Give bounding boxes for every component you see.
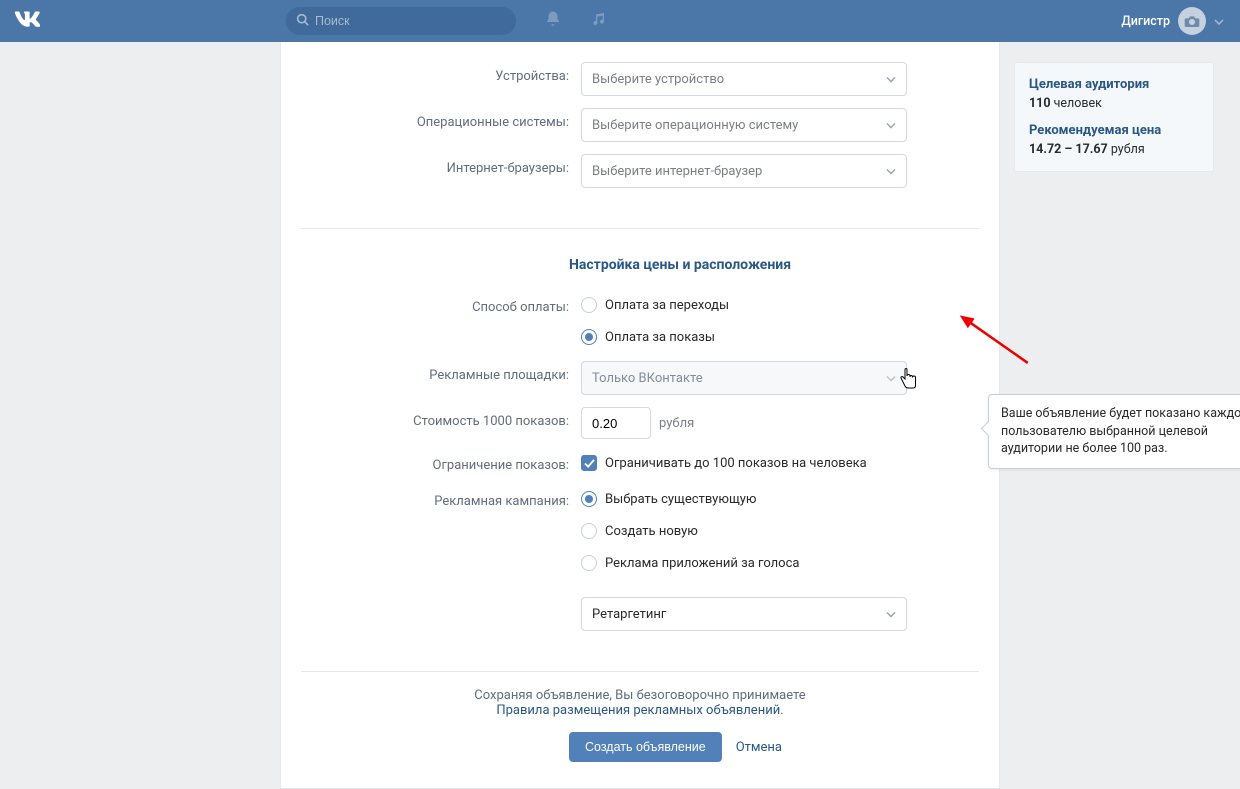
chevron-down-icon [886, 72, 896, 87]
payment-clicks-label: Оплата за переходы [605, 298, 729, 313]
rules-link[interactable]: Правила размещения рекламных объявлений [496, 703, 780, 718]
tooltip-text: Ваше объявление будет показано каждому п… [1001, 406, 1240, 456]
create-ad-button[interactable]: Создать объявление [569, 732, 722, 762]
campaign-voices-radio[interactable]: Реклама приложений за голоса [581, 551, 959, 575]
user-menu[interactable]: Дигистр [1121, 7, 1224, 35]
payment-impressions-label: Оплата за показы [605, 330, 715, 345]
avatar [1178, 7, 1206, 35]
campaign-label: Рекламная кампания: [281, 487, 581, 509]
price-unit: рубля [1111, 142, 1145, 157]
campaign-new-label: Создать новую [605, 524, 698, 539]
search-icon [296, 13, 309, 30]
campaign-select[interactable]: Ретаргетинг [581, 597, 907, 631]
cpm-input[interactable] [581, 407, 651, 439]
browsers-select[interactable]: Выберите интернет-браузер [581, 154, 907, 188]
limit-checkbox[interactable]: Ограничивать до 100 показов на человека [581, 451, 959, 475]
price-range: 14.72 – 17.67 [1029, 142, 1108, 157]
bell-icon[interactable] [544, 10, 562, 32]
checkbox-checked-icon [581, 455, 597, 471]
chevron-down-icon [1214, 14, 1224, 29]
cpm-label: Стоимость 1000 показов: [281, 407, 581, 429]
platforms-label: Рекламные площадки: [281, 361, 581, 383]
radio-icon [581, 297, 597, 313]
campaign-select-value: Ретаргетинг [592, 607, 666, 622]
search-input[interactable] [315, 14, 476, 28]
music-icon[interactable] [590, 11, 606, 31]
limit-label: Ограничение показов: [281, 451, 581, 473]
platforms-value: Только ВКонтакте [592, 371, 703, 386]
search-input-wrap[interactable] [286, 7, 516, 35]
accept-text: Сохраняя объявление, Вы безоговорочно пр… [474, 688, 805, 703]
vk-logo[interactable] [14, 11, 40, 31]
chevron-down-icon [886, 607, 896, 622]
campaign-existing-radio[interactable]: Выбрать существующую [581, 487, 959, 511]
radio-icon [581, 491, 597, 507]
campaign-existing-label: Выбрать существующую [605, 492, 756, 507]
pricing-section-title: Настройка цены и расположения [269, 239, 999, 281]
chevron-down-icon [886, 118, 896, 133]
devices-placeholder: Выберите устройство [592, 72, 724, 87]
limit-tooltip: Ваше объявление будет показано каждому п… [988, 394, 1240, 469]
payment-clicks-radio[interactable]: Оплата за переходы [581, 293, 959, 317]
radio-icon [581, 555, 597, 571]
price-title: Рекомендуемая цена [1029, 123, 1199, 138]
chevron-down-icon [886, 164, 896, 179]
payment-label: Способ оплаты: [281, 293, 581, 315]
cpm-unit: рубля [659, 416, 694, 431]
audience-count: 110 [1029, 96, 1051, 111]
sidebar-summary: Целевая аудитория 110 человек Рекомендуе… [1014, 62, 1214, 172]
radio-icon [581, 523, 597, 539]
os-placeholder: Выберите операционную систему [592, 118, 798, 133]
os-label: Операционные системы: [281, 108, 581, 130]
username: Дигистр [1121, 14, 1170, 29]
browsers-placeholder: Выберите интернет-браузер [592, 164, 762, 179]
audience-unit: человек [1054, 96, 1102, 111]
devices-select[interactable]: Выберите устройство [581, 62, 907, 96]
cancel-button[interactable]: Отмена [736, 740, 782, 755]
browsers-label: Интернет-браузеры: [281, 154, 581, 176]
campaign-voices-label: Реклама приложений за голоса [605, 556, 799, 571]
limit-text: Ограничивать до 100 показов на человека [605, 456, 867, 471]
os-select[interactable]: Выберите операционную систему [581, 108, 907, 142]
chevron-down-icon [886, 371, 896, 386]
devices-label: Устройства: [281, 62, 581, 84]
audience-title: Целевая аудитория [1029, 77, 1199, 92]
radio-icon [581, 329, 597, 345]
top-header: Дигистр [0, 0, 1240, 42]
payment-impressions-radio[interactable]: Оплата за показы [581, 325, 959, 349]
platforms-select[interactable]: Только ВКонтакте [581, 361, 907, 395]
campaign-new-radio[interactable]: Создать новую [581, 519, 959, 543]
